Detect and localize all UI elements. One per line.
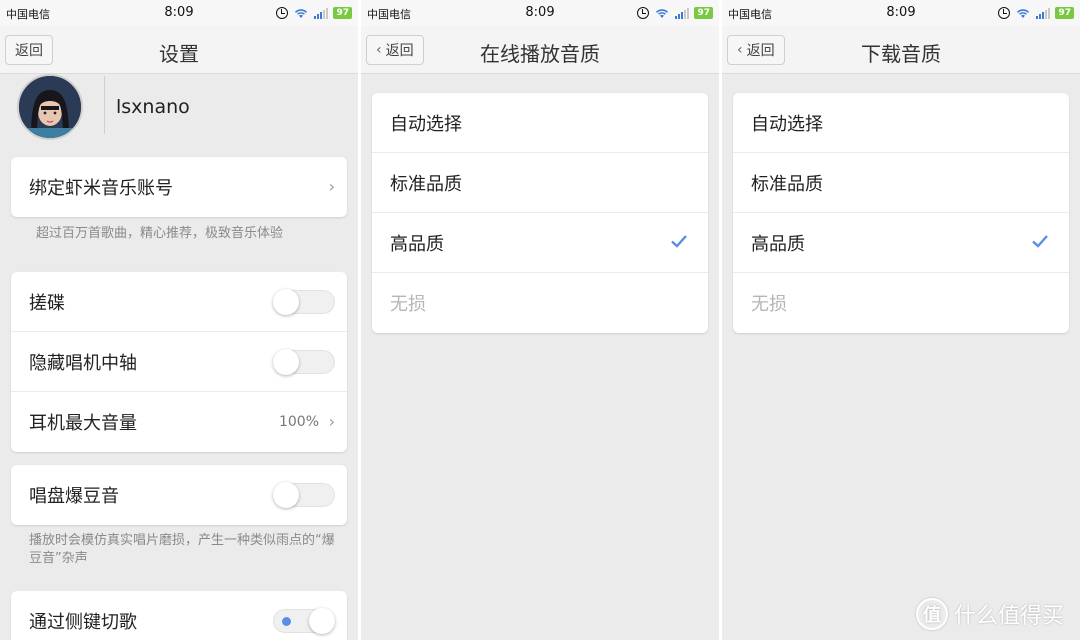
bind-hint: 超过百万首歌曲，精心推荐，极致音乐体验 (36, 226, 284, 241)
alarm-icon (637, 7, 650, 19)
option-high[interactable]: 高品质 (372, 213, 708, 273)
quality-options-card: 自动选择 标准品质 高品质 无损 (733, 93, 1069, 333)
crackle-toggle[interactable] (273, 482, 335, 508)
divider (104, 76, 105, 134)
option-label: 标准品质 (390, 173, 462, 195)
option-label: 高品质 (751, 233, 805, 255)
quality-options-card: 自动选择 标准品质 高品质 无损 (372, 93, 708, 333)
battery-icon: 97 (333, 7, 352, 19)
hide-spindle-toggle[interactable] (273, 349, 335, 375)
option-label: 自动选择 (751, 113, 823, 135)
page-title: 在线播放音质 (480, 42, 600, 66)
max-volume-label: 耳机最大音量 (29, 413, 137, 434)
option-label: 无损 (751, 294, 787, 315)
scratch-row: 搓碟 (11, 272, 347, 332)
side-key-row: 通过侧键切歌 (11, 591, 347, 640)
max-volume-row[interactable]: 耳机最大音量 100% › (11, 392, 347, 452)
playback-card: 搓碟 隐藏唱机中轴 耳机最大音量 100% › (11, 272, 347, 452)
signal-icon (314, 7, 329, 19)
nav-bar: 返回 设置 (0, 26, 358, 74)
option-label: 自动选择 (390, 113, 462, 135)
wifi-icon (656, 9, 669, 18)
option-lossless: 无损 (372, 273, 708, 333)
crackle-label: 唱盘爆豆音 (29, 486, 119, 507)
side-key-card: 通过侧键切歌 (11, 591, 347, 640)
option-label: 标准品质 (751, 173, 823, 195)
max-volume-value: 100% (278, 414, 319, 430)
side-key-label: 通过侧键切歌 (29, 612, 137, 633)
wifi-icon (1017, 9, 1030, 18)
nav-bar: ‹ 返回 在线播放音质 (361, 26, 719, 74)
checkmark-icon (1032, 235, 1048, 248)
option-auto[interactable]: 自动选择 (372, 93, 708, 153)
option-label: 高品质 (390, 233, 444, 255)
wifi-icon (295, 9, 308, 18)
page-title: 下载音质 (861, 42, 941, 66)
battery-icon: 97 (694, 7, 713, 19)
option-high[interactable]: 高品质 (733, 213, 1069, 273)
watermark: 值 什么值得买 (915, 598, 1064, 630)
status-bar: 中国电信 8:09 97 (722, 0, 1080, 26)
page-title: 设置 (159, 42, 199, 66)
watermark-text: 什么值得买 (953, 604, 1064, 629)
battery-icon: 97 (1055, 7, 1074, 19)
avatar-image-icon (19, 76, 81, 138)
chevron-right-icon: › (328, 412, 335, 431)
scratch-label: 搓碟 (29, 292, 65, 314)
crackle-card: 唱盘爆豆音 (11, 465, 347, 525)
account-card: 绑定虾米音乐账号 › (11, 157, 347, 217)
scratch-toggle[interactable] (273, 289, 335, 315)
chevron-right-icon: › (328, 177, 335, 196)
status-bar: 中国电信 8:09 97 (361, 0, 719, 26)
hide-spindle-label: 隐藏唱机中轴 (29, 352, 137, 374)
bind-account-row[interactable]: 绑定虾米音乐账号 › (11, 157, 347, 217)
option-standard[interactable]: 标准品质 (733, 153, 1069, 213)
signal-icon (1036, 7, 1051, 19)
bind-account-label: 绑定虾米音乐账号 (29, 178, 173, 199)
option-lossless: 无损 (733, 273, 1069, 333)
option-standard[interactable]: 标准品质 (372, 153, 708, 213)
crackle-hint: 播放时会模仿真实唱片磨损，产生一种类似雨点的“爆豆音”杂声 (29, 533, 335, 566)
alarm-icon (276, 7, 289, 19)
online-quality-screen: 中国电信 8:09 97 ‹ 返回 在线播放音质 自动选择 标准品质 高品质 无… (361, 0, 719, 640)
status-bar: 中国电信 8:09 97 (0, 0, 358, 26)
signal-icon (675, 7, 690, 19)
side-key-toggle[interactable] (273, 608, 335, 634)
nav-bar: ‹ 返回 下载音质 (722, 26, 1080, 74)
username: lsxnano (116, 96, 190, 118)
watermark-logo: 值 (915, 598, 948, 630)
alarm-icon (998, 7, 1011, 19)
avatar[interactable] (17, 74, 83, 140)
download-quality-screen: 中国电信 8:09 97 ‹ 返回 下载音质 自动选择 标准品质 高品质 无损 … (722, 0, 1080, 640)
checkmark-icon (671, 235, 687, 248)
option-label: 无损 (390, 294, 426, 315)
settings-screen: 中国电信 8:09 97 返回 设置 lsxnano 绑定虾米音乐账号 › 超过… (0, 0, 358, 640)
profile-header[interactable]: lsxnano (0, 74, 358, 140)
option-auto[interactable]: 自动选择 (733, 93, 1069, 153)
crackle-row: 唱盘爆豆音 (11, 465, 347, 525)
hide-spindle-row: 隐藏唱机中轴 (11, 332, 347, 392)
